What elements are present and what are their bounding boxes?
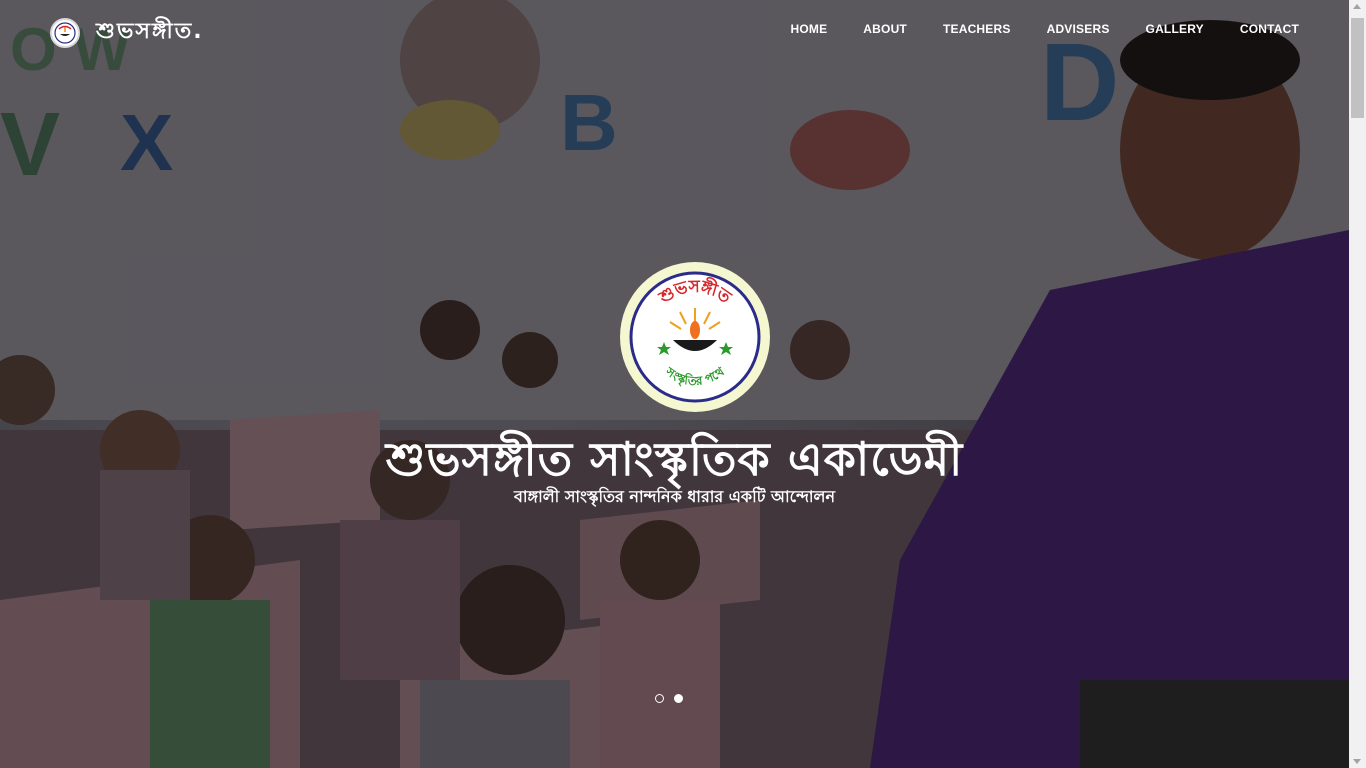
hero-section: O W V X B D শুভসঙ্গীত. HOME ABOUT TEACHE… [0,0,1349,768]
hero-subtitle: বাঙ্গালী সাংস্কৃতির নান্দনিক ধারার একটি … [513,487,836,506]
scroll-down-icon[interactable] [1353,759,1361,764]
scrollbar-thumb[interactable] [1351,18,1364,118]
nav-home[interactable]: HOME [790,22,827,36]
hero-logo: শুভসঙ্গীত সংস্কৃতির পথে [620,262,770,412]
academy-emblem-large-icon: শুভসঙ্গীত সংস্কৃতির পথে [629,271,761,403]
page-scrollbar[interactable] [1349,0,1366,768]
scroll-up-icon[interactable] [1353,4,1361,9]
carousel-dot-1[interactable] [655,694,664,703]
carousel-dot-2[interactable] [674,694,683,703]
main-nav: HOME ABOUT TEACHERS ADVISERS GALLERY CON… [790,22,1299,36]
brand[interactable]: শুভসঙ্গীত. [50,14,204,51]
top-navbar: শুভসঙ্গীত. HOME ABOUT TEACHERS ADVISERS … [0,0,1349,58]
nav-about[interactable]: ABOUT [863,22,907,36]
nav-advisers[interactable]: ADVISERS [1047,22,1110,36]
nav-contact[interactable]: CONTACT [1240,22,1299,36]
brand-name: শুভসঙ্গীত. [96,19,204,44]
academy-emblem-icon [50,17,80,48]
nav-gallery[interactable]: GALLERY [1146,22,1204,36]
carousel-indicators [655,694,683,703]
nav-teachers[interactable]: TEACHERS [943,22,1011,36]
